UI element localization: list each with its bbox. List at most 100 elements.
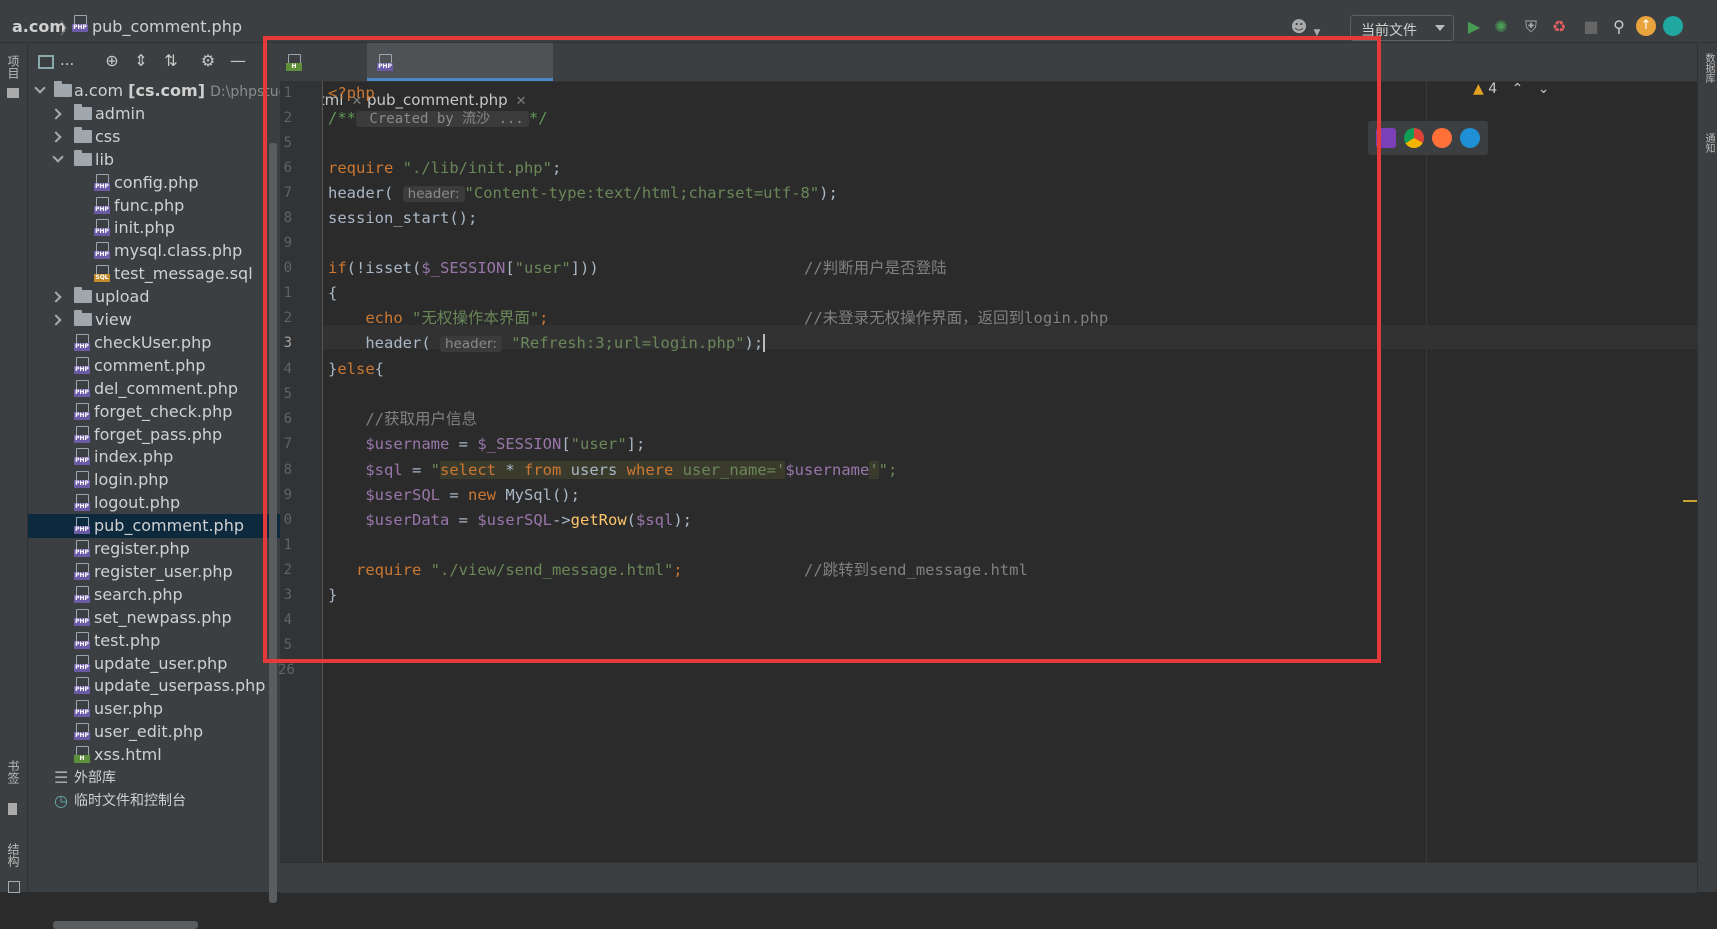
- project-panel: ... ⊕ ⇕ ⇅ ⚙ — a.com [cs.com] D:\phpstuc a…: [28, 43, 286, 929]
- tree-file[interactable]: PHP index.php: [28, 445, 280, 469]
- tree-folder-admin[interactable]: admin: [28, 102, 280, 126]
- tree-external-libraries[interactable]: ☰ 外部库: [28, 766, 280, 790]
- tree-file[interactable]: PHP init.php: [28, 216, 280, 240]
- database-tool-tab[interactable]: 数据库: [1701, 53, 1716, 83]
- update-icon[interactable]: ↑: [1636, 16, 1656, 36]
- tree-file[interactable]: PHP register.php: [28, 537, 280, 561]
- error-stripe-mark[interactable]: [1683, 500, 1697, 502]
- tree-file[interactable]: PHP del_comment.php: [28, 377, 280, 401]
- tree-scratches[interactable]: ◷ 临时文件和控制台: [28, 789, 280, 813]
- tree-file[interactable]: PHP forget_check.php: [28, 400, 280, 424]
- php-file-icon: PHP: [74, 379, 90, 398]
- project-tool-tab[interactable]: 项目: [5, 55, 22, 79]
- php-file-icon: PHP: [74, 333, 90, 352]
- breadcrumb-file[interactable]: pub_comment.php: [92, 17, 242, 36]
- tree-file[interactable]: PHP register_user.php: [28, 560, 280, 584]
- gear-icon[interactable]: ⚙: [198, 51, 218, 71]
- chevron-right-icon[interactable]: [50, 291, 62, 303]
- bookmark-icon: [8, 803, 17, 815]
- bookmarks-tool-tab[interactable]: 书签: [5, 760, 22, 784]
- tree-folder-upload[interactable]: upload: [28, 285, 280, 309]
- tree-file[interactable]: PHP func.php: [28, 194, 280, 218]
- tree-file[interactable]: PHP test.php: [28, 629, 280, 653]
- hide-icon[interactable]: —: [228, 51, 248, 71]
- chevron-up-icon[interactable]: ⌃: [1512, 81, 1524, 97]
- php-file-icon: PHP: [72, 15, 88, 33]
- chevron-down-icon[interactable]: ⌄: [1538, 81, 1550, 97]
- tree-file[interactable]: PHP forget_pass.php: [28, 423, 280, 447]
- tree-file[interactable]: PHP mysql.class.php: [28, 239, 280, 263]
- chevron-right-icon[interactable]: [50, 131, 62, 143]
- stop-icon[interactable]: ■: [1580, 16, 1602, 38]
- php-file-icon: PHP: [74, 585, 90, 604]
- structure-tool-tab[interactable]: 结构: [5, 843, 22, 867]
- collapse-all-icon[interactable]: ⇅: [161, 51, 181, 71]
- chevron-down-icon[interactable]: [34, 82, 46, 94]
- tree-folder-lib[interactable]: lib: [28, 148, 280, 172]
- expand-all-icon[interactable]: ⇕: [131, 51, 151, 71]
- folder-icon: [74, 287, 92, 304]
- php-file-icon: PHP: [74, 700, 90, 718]
- notifications-tool-tab[interactable]: 通知: [1701, 133, 1716, 153]
- search-icon[interactable]: ⚲: [1608, 16, 1630, 38]
- chrome-icon[interactable]: [1404, 128, 1424, 148]
- tree-root[interactable]: a.com [cs.com] D:\phpstuc: [28, 79, 286, 103]
- edge-icon[interactable]: [1460, 128, 1480, 148]
- project-view-title[interactable]: ...: [60, 51, 74, 69]
- tree-file[interactable]: PHP update_userpass.php: [28, 674, 280, 698]
- debug-icon[interactable]: ✺: [1490, 16, 1512, 38]
- warning-icon: ▲: [1473, 81, 1484, 97]
- chevron-down-icon[interactable]: [52, 151, 64, 163]
- folder-icon: [7, 88, 19, 98]
- coverage-icon[interactable]: ⛨: [1520, 16, 1542, 38]
- root-label: a.com [cs.com] D:\phpstuc: [74, 81, 287, 100]
- php-file-icon: PHP: [94, 219, 110, 237]
- tree-folder-css[interactable]: css: [28, 125, 280, 149]
- tree-file[interactable]: PHP user.php: [28, 697, 280, 721]
- profile-icon[interactable]: ♻: [1548, 16, 1570, 38]
- firefox-icon[interactable]: [1432, 128, 1452, 148]
- php-file-icon: PHP: [74, 562, 90, 581]
- chevron-right-icon[interactable]: [50, 108, 62, 120]
- project-toolbar: ... ⊕ ⇕ ⇅ ⚙ —: [28, 43, 280, 79]
- tree-file[interactable]: PHP checkUser.php: [28, 331, 280, 355]
- php-file-icon: PHP: [74, 723, 90, 741]
- project-view-icon[interactable]: [38, 55, 54, 69]
- tree-file[interactable]: Hxss.html: [28, 743, 280, 767]
- php-file-icon: PHP: [74, 608, 90, 627]
- php-file-icon: PHP: [74, 402, 90, 421]
- tree-file[interactable]: PHP set_newpass.php: [28, 606, 280, 630]
- inspection-widget[interactable]: ▲ 4 ⌃ ⌄: [1473, 81, 1550, 97]
- sql-file-icon: SQL: [94, 265, 110, 283]
- php-file-icon: PHP: [74, 494, 90, 512]
- folder-icon: [74, 126, 92, 143]
- php-file-icon: PHP: [74, 471, 90, 489]
- right-tool-strip: 数据库 通知: [1697, 43, 1717, 892]
- run-icon[interactable]: ▶: [1463, 16, 1485, 38]
- tree-file[interactable]: PHP search.php: [28, 583, 280, 607]
- tree-file[interactable]: PHP config.php: [28, 171, 280, 195]
- php-file-icon: PHP: [74, 654, 90, 673]
- php-file-icon: PHP: [74, 448, 90, 466]
- html-file-icon: H: [74, 746, 90, 764]
- php-file-icon: PHP: [74, 540, 90, 558]
- tree-file[interactable]: SQL test_message.sql: [28, 262, 280, 286]
- tree-file[interactable]: PHP user_edit.php: [28, 720, 280, 744]
- highlight-box: [263, 36, 1381, 663]
- tree-file[interactable]: PHP logout.php: [28, 491, 280, 515]
- folder-icon: [74, 310, 92, 326]
- folder-icon: [74, 149, 92, 166]
- breadcrumb-project[interactable]: a.com: [12, 17, 66, 36]
- tree-folder-view[interactable]: view: [28, 308, 280, 332]
- chevron-right-icon[interactable]: [50, 314, 62, 326]
- php-file-icon: PHP: [94, 173, 110, 192]
- structure-icon: [8, 881, 20, 893]
- tree-file[interactable]: PHP comment.php: [28, 354, 280, 378]
- locate-icon[interactable]: ⊕: [102, 51, 122, 71]
- php-file-icon: PHP: [74, 356, 90, 375]
- tree-file[interactable]: PHP login.php: [28, 468, 280, 492]
- tree-horizontal-scrollbar[interactable]: [53, 921, 198, 929]
- tree-file[interactable]: PHP update_user.php: [28, 652, 280, 676]
- plugin-icon[interactable]: [1663, 16, 1683, 36]
- tree-file[interactable]: PHP pub_comment.php: [28, 514, 280, 539]
